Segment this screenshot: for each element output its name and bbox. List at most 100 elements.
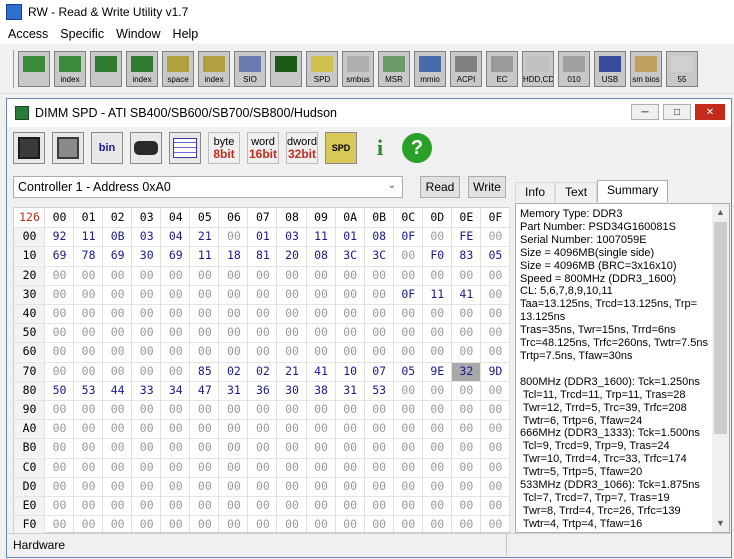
grid-cell[interactable]: 00 (248, 342, 277, 361)
spd-decode-button[interactable]: SPD (325, 132, 357, 164)
grid-cell[interactable]: F0 (423, 246, 452, 265)
grid-cell[interactable]: 00 (161, 266, 190, 285)
grid-cell[interactable]: 00 (161, 419, 190, 438)
grid-cell[interactable]: 00 (452, 400, 481, 419)
grid-cell[interactable]: 00 (132, 496, 161, 515)
grid-cell[interactable]: 00 (481, 266, 510, 285)
grid-cell[interactable]: 00 (307, 496, 336, 515)
grid-cell[interactable]: 00 (74, 304, 103, 323)
grid-cell[interactable]: 83 (452, 246, 481, 265)
grid-cell[interactable]: 00 (190, 419, 219, 438)
grid-cell[interactable]: 00 (394, 515, 423, 534)
grid-cell[interactable]: 00 (336, 285, 365, 304)
grid-cell[interactable]: 00 (277, 342, 306, 361)
save-all-button[interactable] (52, 132, 84, 164)
grid-cell[interactable]: 00 (481, 381, 510, 400)
disk-toolbar-button[interactable]: 010 (558, 50, 590, 87)
grid-cell[interactable]: 00 (481, 285, 510, 304)
grid-cell[interactable]: 00 (248, 419, 277, 438)
grid-cell[interactable]: 00 (161, 342, 190, 361)
grid-cell[interactable]: 00 (161, 362, 190, 381)
grid-cell[interactable]: 00 (248, 323, 277, 342)
grid-cell[interactable]: 00 (161, 496, 190, 515)
grid-cell[interactable]: 00 (365, 458, 394, 477)
grid-cell[interactable]: 00 (336, 323, 365, 342)
grid-cell[interactable]: 10 (336, 362, 365, 381)
grid-cell[interactable]: 69 (161, 246, 190, 265)
grid-cell[interactable]: 00 (161, 438, 190, 457)
grid-cell[interactable]: 00 (365, 496, 394, 515)
grid-cell[interactable]: 69 (103, 246, 132, 265)
grid-cell[interactable]: 00 (248, 400, 277, 419)
write-button[interactable]: Write (468, 176, 506, 198)
word-mode-button[interactable]: word 16bit (247, 132, 279, 164)
save-bin-button[interactable]: bin (91, 132, 123, 164)
grid-cell[interactable]: 00 (190, 477, 219, 496)
grid-cell[interactable]: 34 (161, 381, 190, 400)
grid-cell[interactable]: 00 (277, 438, 306, 457)
menu-specific[interactable]: Specific (54, 24, 110, 44)
grid-cell[interactable]: 9E (423, 362, 452, 381)
grid-cell[interactable]: 00 (74, 266, 103, 285)
smbios-toolbar-button[interactable]: sm bios (630, 50, 662, 87)
grid-cell[interactable]: 00 (365, 285, 394, 304)
grid-cell[interactable]: 47 (190, 381, 219, 400)
summary-scrollbar[interactable]: ▲ ▼ (712, 204, 729, 532)
grid-cell[interactable]: 00 (132, 477, 161, 496)
grid-cell[interactable]: 00 (248, 477, 277, 496)
grid-cell[interactable]: 00 (161, 285, 190, 304)
grid-cell[interactable]: 00 (481, 342, 510, 361)
grid-cell[interactable]: 00 (481, 496, 510, 515)
grid-cell[interactable]: 00 (74, 419, 103, 438)
grid-cell[interactable]: 00 (277, 477, 306, 496)
grid-cell[interactable]: 00 (423, 477, 452, 496)
mmio-toolbar-button[interactable]: mmio (414, 50, 446, 87)
grid-cell[interactable]: 00 (307, 285, 336, 304)
grid-cell[interactable]: 00 (307, 323, 336, 342)
grid-cell[interactable]: 05 (394, 362, 423, 381)
grid-cell[interactable]: 00 (423, 458, 452, 477)
grid-cell[interactable]: 0B (103, 227, 132, 246)
menu-help[interactable]: Help (167, 24, 205, 44)
grid-cell[interactable]: 00 (190, 458, 219, 477)
grid-cell[interactable]: 21 (277, 362, 306, 381)
grid-cell[interactable]: 00 (452, 438, 481, 457)
grid-cell[interactable]: 00 (423, 438, 452, 457)
help-button[interactable]: ? (402, 133, 432, 163)
grid-cell[interactable]: 00 (277, 496, 306, 515)
grid-cell[interactable]: 00 (103, 515, 132, 534)
grid-cell[interactable]: 00 (481, 458, 510, 477)
grid-cell[interactable]: 00 (452, 496, 481, 515)
grid-cell[interactable]: 00 (132, 419, 161, 438)
grid-cell[interactable]: 21 (190, 227, 219, 246)
grid-cell[interactable]: 11 (190, 246, 219, 265)
grid-cell[interactable]: 31 (336, 381, 365, 400)
grid-cell[interactable]: 41 (307, 362, 336, 381)
hdd-toolbar-button[interactable]: HDD,CD (522, 50, 554, 87)
grid-cell[interactable]: 00 (365, 266, 394, 285)
grid-cell[interactable]: 00 (190, 496, 219, 515)
msr-toolbar-button[interactable]: MSR (378, 50, 410, 87)
grid-cell[interactable]: 00 (394, 419, 423, 438)
grid-cell[interactable]: 41 (452, 285, 481, 304)
grid-cell[interactable]: 00 (103, 342, 132, 361)
grid-cell[interactable]: 00 (307, 400, 336, 419)
grid-cell[interactable]: 00 (307, 266, 336, 285)
grid-cell[interactable]: 00 (161, 515, 190, 534)
grid-cell[interactable]: 00 (394, 477, 423, 496)
grid-cell[interactable]: 00 (394, 438, 423, 457)
grid-cell[interactable]: 00 (190, 266, 219, 285)
grid-cell[interactable]: 00 (394, 381, 423, 400)
grid-cell[interactable]: 00 (307, 438, 336, 457)
grid-cell[interactable]: 00 (481, 227, 510, 246)
grid-cell[interactable]: 00 (161, 477, 190, 496)
grid-cell[interactable]: 00 (423, 381, 452, 400)
grid-cell[interactable]: 00 (481, 323, 510, 342)
grid-cell[interactable]: 53 (74, 381, 103, 400)
grid-cell[interactable]: 00 (394, 246, 423, 265)
grid-cell[interactable]: 33 (132, 381, 161, 400)
grid-cell[interactable]: 00 (452, 477, 481, 496)
grid-cell[interactable]: 00 (248, 496, 277, 515)
grid-cell[interactable]: 00 (423, 266, 452, 285)
grid-cell[interactable]: 00 (103, 323, 132, 342)
